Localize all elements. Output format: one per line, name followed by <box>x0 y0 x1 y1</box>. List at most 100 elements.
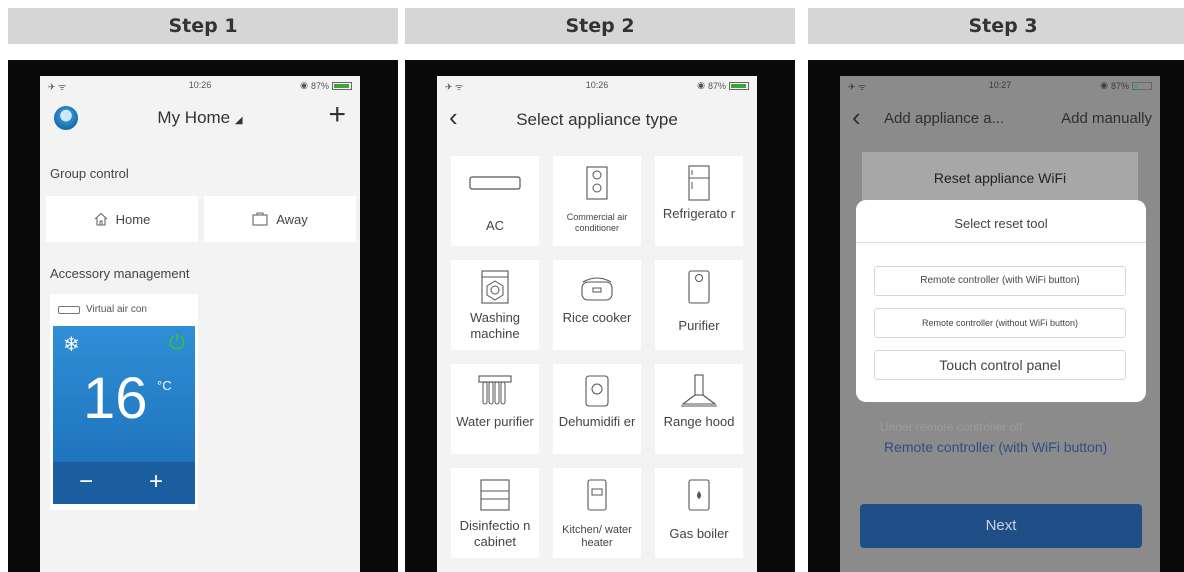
option-remote-with-wifi[interactable]: Remote controller (with WiFi button) <box>874 266 1126 296</box>
divider <box>856 242 1146 243</box>
page-title: My Home <box>157 108 231 127</box>
phone-screen-select-appliance: ✈ ᯤ 10:26 ◉ 87% ‹ Select appliance type … <box>437 76 757 572</box>
battery-icon <box>1132 81 1152 90</box>
temperature-unit: °C <box>157 378 172 393</box>
appliance-tile-disinfection-cabinet[interactable]: Disinfectio n cabinet <box>451 468 539 558</box>
step-3-panel: Step 3 ✈ ᯤ 10:27 ◉ 87% ‹ Add appliance a… <box>808 0 1184 572</box>
battery-icon <box>332 81 352 90</box>
appliance-tile-dehumidifier[interactable]: Dehumidifi er <box>553 364 641 454</box>
snowflake-icon[interactable]: ❄ <box>63 332 80 357</box>
battery-indicator: ◉ 87% <box>300 80 352 91</box>
home-icon <box>94 212 108 226</box>
range-hood-icon <box>681 374 717 407</box>
appliance-tile-water-heater[interactable]: Kitchen/ water heater <box>553 468 641 558</box>
away-mode-button[interactable]: Away <box>204 196 356 242</box>
battery-indicator: ◉ 87% <box>1100 80 1152 91</box>
add-button[interactable]: + <box>328 100 346 130</box>
appliance-tile-water-purifier[interactable]: Water purifier <box>451 364 539 454</box>
phone-bezel: ✈ ᯤ 10:26 ◉ 87% ‹ Select appliance type … <box>405 60 795 572</box>
appliance-label: Gas boiler <box>669 526 729 541</box>
appliance-label: Commercial air conditioner <box>566 212 628 233</box>
battery-icon <box>729 81 749 90</box>
appliance-label: AC <box>485 218 505 233</box>
gas-boiler-icon <box>688 479 710 511</box>
accessory-management-label: Accessory management <box>50 266 190 281</box>
step-1-panel: Step 1 ✈ ᯤ 10:26 ◉ 87% My Home ◢ + Group… <box>8 0 398 572</box>
back-chevron-icon[interactable]: ‹ <box>852 104 861 130</box>
appliance-tile-rice-cooker[interactable]: Rice cooker <box>553 260 641 350</box>
phone-screen-add-appliance: ✈ ᯤ 10:27 ◉ 87% ‹ Add appliance a... Add… <box>840 76 1160 572</box>
accessory-name: Virtual air con <box>86 304 147 315</box>
alarm-icon: ◉ <box>300 80 308 90</box>
status-bar: ✈ ᯤ 10:27 ◉ 87% <box>840 76 1160 94</box>
dehumidifier-icon <box>585 375 609 407</box>
decrease-temp-button[interactable]: − <box>79 468 93 496</box>
appliance-label: Disinfectio n cabinet <box>459 518 531 549</box>
ac-unit-icon <box>58 305 80 314</box>
appliance-label: Water purifier <box>456 414 534 429</box>
away-icon <box>252 212 268 226</box>
appliance-tile-gas-boiler[interactable]: Gas boiler <box>655 468 743 558</box>
battery-percent: 87% <box>310 80 329 91</box>
ac-display-panel: ❄ ⏻ 16 °C <box>53 326 195 462</box>
water-heater-icon <box>587 479 607 511</box>
step-1-header: Step 1 <box>8 8 398 44</box>
appliance-label: Dehumidifi er <box>558 414 636 429</box>
increase-temp-button[interactable]: + <box>149 468 163 496</box>
appliance-tile-washing-machine[interactable]: Washing machine <box>451 260 539 350</box>
appliance-label: Range hood <box>663 414 735 429</box>
dialog-title: Select reset tool <box>954 216 1048 231</box>
commercial-ac-icon <box>586 166 608 200</box>
phone-bezel: ✈ ᯤ 10:26 ◉ 87% My Home ◢ + Group contro… <box>8 60 398 572</box>
alarm-icon: ◉ <box>697 80 705 90</box>
page-title: Add appliance a... <box>884 110 1005 127</box>
rice-cooker-icon <box>581 277 613 301</box>
option-remote-without-wifi[interactable]: Remote controller (without WiFi button) <box>874 308 1126 338</box>
disinfection-cabinet-icon <box>480 479 510 511</box>
step-2-header: Step 2 <box>405 8 795 44</box>
appliance-tile-refrigerator[interactable]: Refrigerato r <box>655 156 743 246</box>
appliance-tile-commercial-ac[interactable]: Commercial air conditioner <box>553 156 641 246</box>
refrigerator-icon <box>688 165 710 201</box>
home-selector[interactable]: My Home ◢ <box>40 108 360 128</box>
next-button[interactable]: Next <box>860 504 1142 548</box>
appliance-tile-purifier[interactable]: Purifier <box>655 260 743 350</box>
phone-bezel: ✈ ᯤ 10:27 ◉ 87% ‹ Add appliance a... Add… <box>808 60 1184 572</box>
remote-controller-link[interactable]: Remote controller (with WiFi button) <box>884 438 1134 456</box>
battery-indicator: ◉ 87% <box>697 80 749 91</box>
option-touch-panel[interactable]: Touch control panel <box>874 350 1126 380</box>
temperature-controls: − + <box>53 462 195 504</box>
status-bar: ✈ ᯤ 10:26 ◉ 87% <box>437 76 757 94</box>
home-mode-button[interactable]: Home <box>46 196 198 242</box>
purifier-icon <box>688 270 710 304</box>
appliance-label: Refrigerato r <box>662 206 736 221</box>
group-control-label: Group control <box>50 166 129 181</box>
hint-text: Under remote controller off <box>880 420 1023 434</box>
status-bar: ✈ ᯤ 10:26 ◉ 87% <box>40 76 360 94</box>
appliance-tile-ac[interactable]: AC <box>451 156 539 246</box>
battery-percent: 87% <box>707 80 726 91</box>
caret-down-icon: ◢ <box>234 115 243 126</box>
alarm-icon: ◉ <box>1100 80 1108 90</box>
accessory-title: Virtual air con <box>58 304 147 315</box>
appliance-label: Purifier <box>678 318 720 333</box>
water-purifier-icon <box>478 375 512 405</box>
step-3-header: Step 3 <box>808 8 1184 44</box>
appliance-label: Washing machine <box>469 310 521 341</box>
virtual-ac-card[interactable]: Virtual air con ❄ ⏻ 16 °C − + <box>50 294 198 510</box>
ac-unit-icon <box>469 176 521 190</box>
step-2-panel: Step 2 ✈ ᯤ 10:26 ◉ 87% ‹ Select applianc… <box>405 0 795 572</box>
away-mode-label: Away <box>276 211 308 227</box>
appliance-label: Rice cooker <box>562 310 632 325</box>
washing-machine-icon <box>481 270 509 304</box>
power-icon[interactable]: ⏻ <box>169 332 185 355</box>
appliance-tile-range-hood[interactable]: Range hood <box>655 364 743 454</box>
battery-percent: 87% <box>1110 80 1129 91</box>
add-manually-link[interactable]: Add manually <box>1061 110 1152 127</box>
appliance-label: Kitchen/ water heater <box>562 524 632 549</box>
page-title: Select appliance type <box>516 110 678 129</box>
reset-tool-dialog: Select reset tool Remote controller (wit… <box>856 200 1146 402</box>
phone-screen-home: ✈ ᯤ 10:26 ◉ 87% My Home ◢ + Group contro… <box>40 76 360 572</box>
temperature-value: 16 <box>83 366 148 431</box>
home-mode-label: Home <box>115 211 151 227</box>
